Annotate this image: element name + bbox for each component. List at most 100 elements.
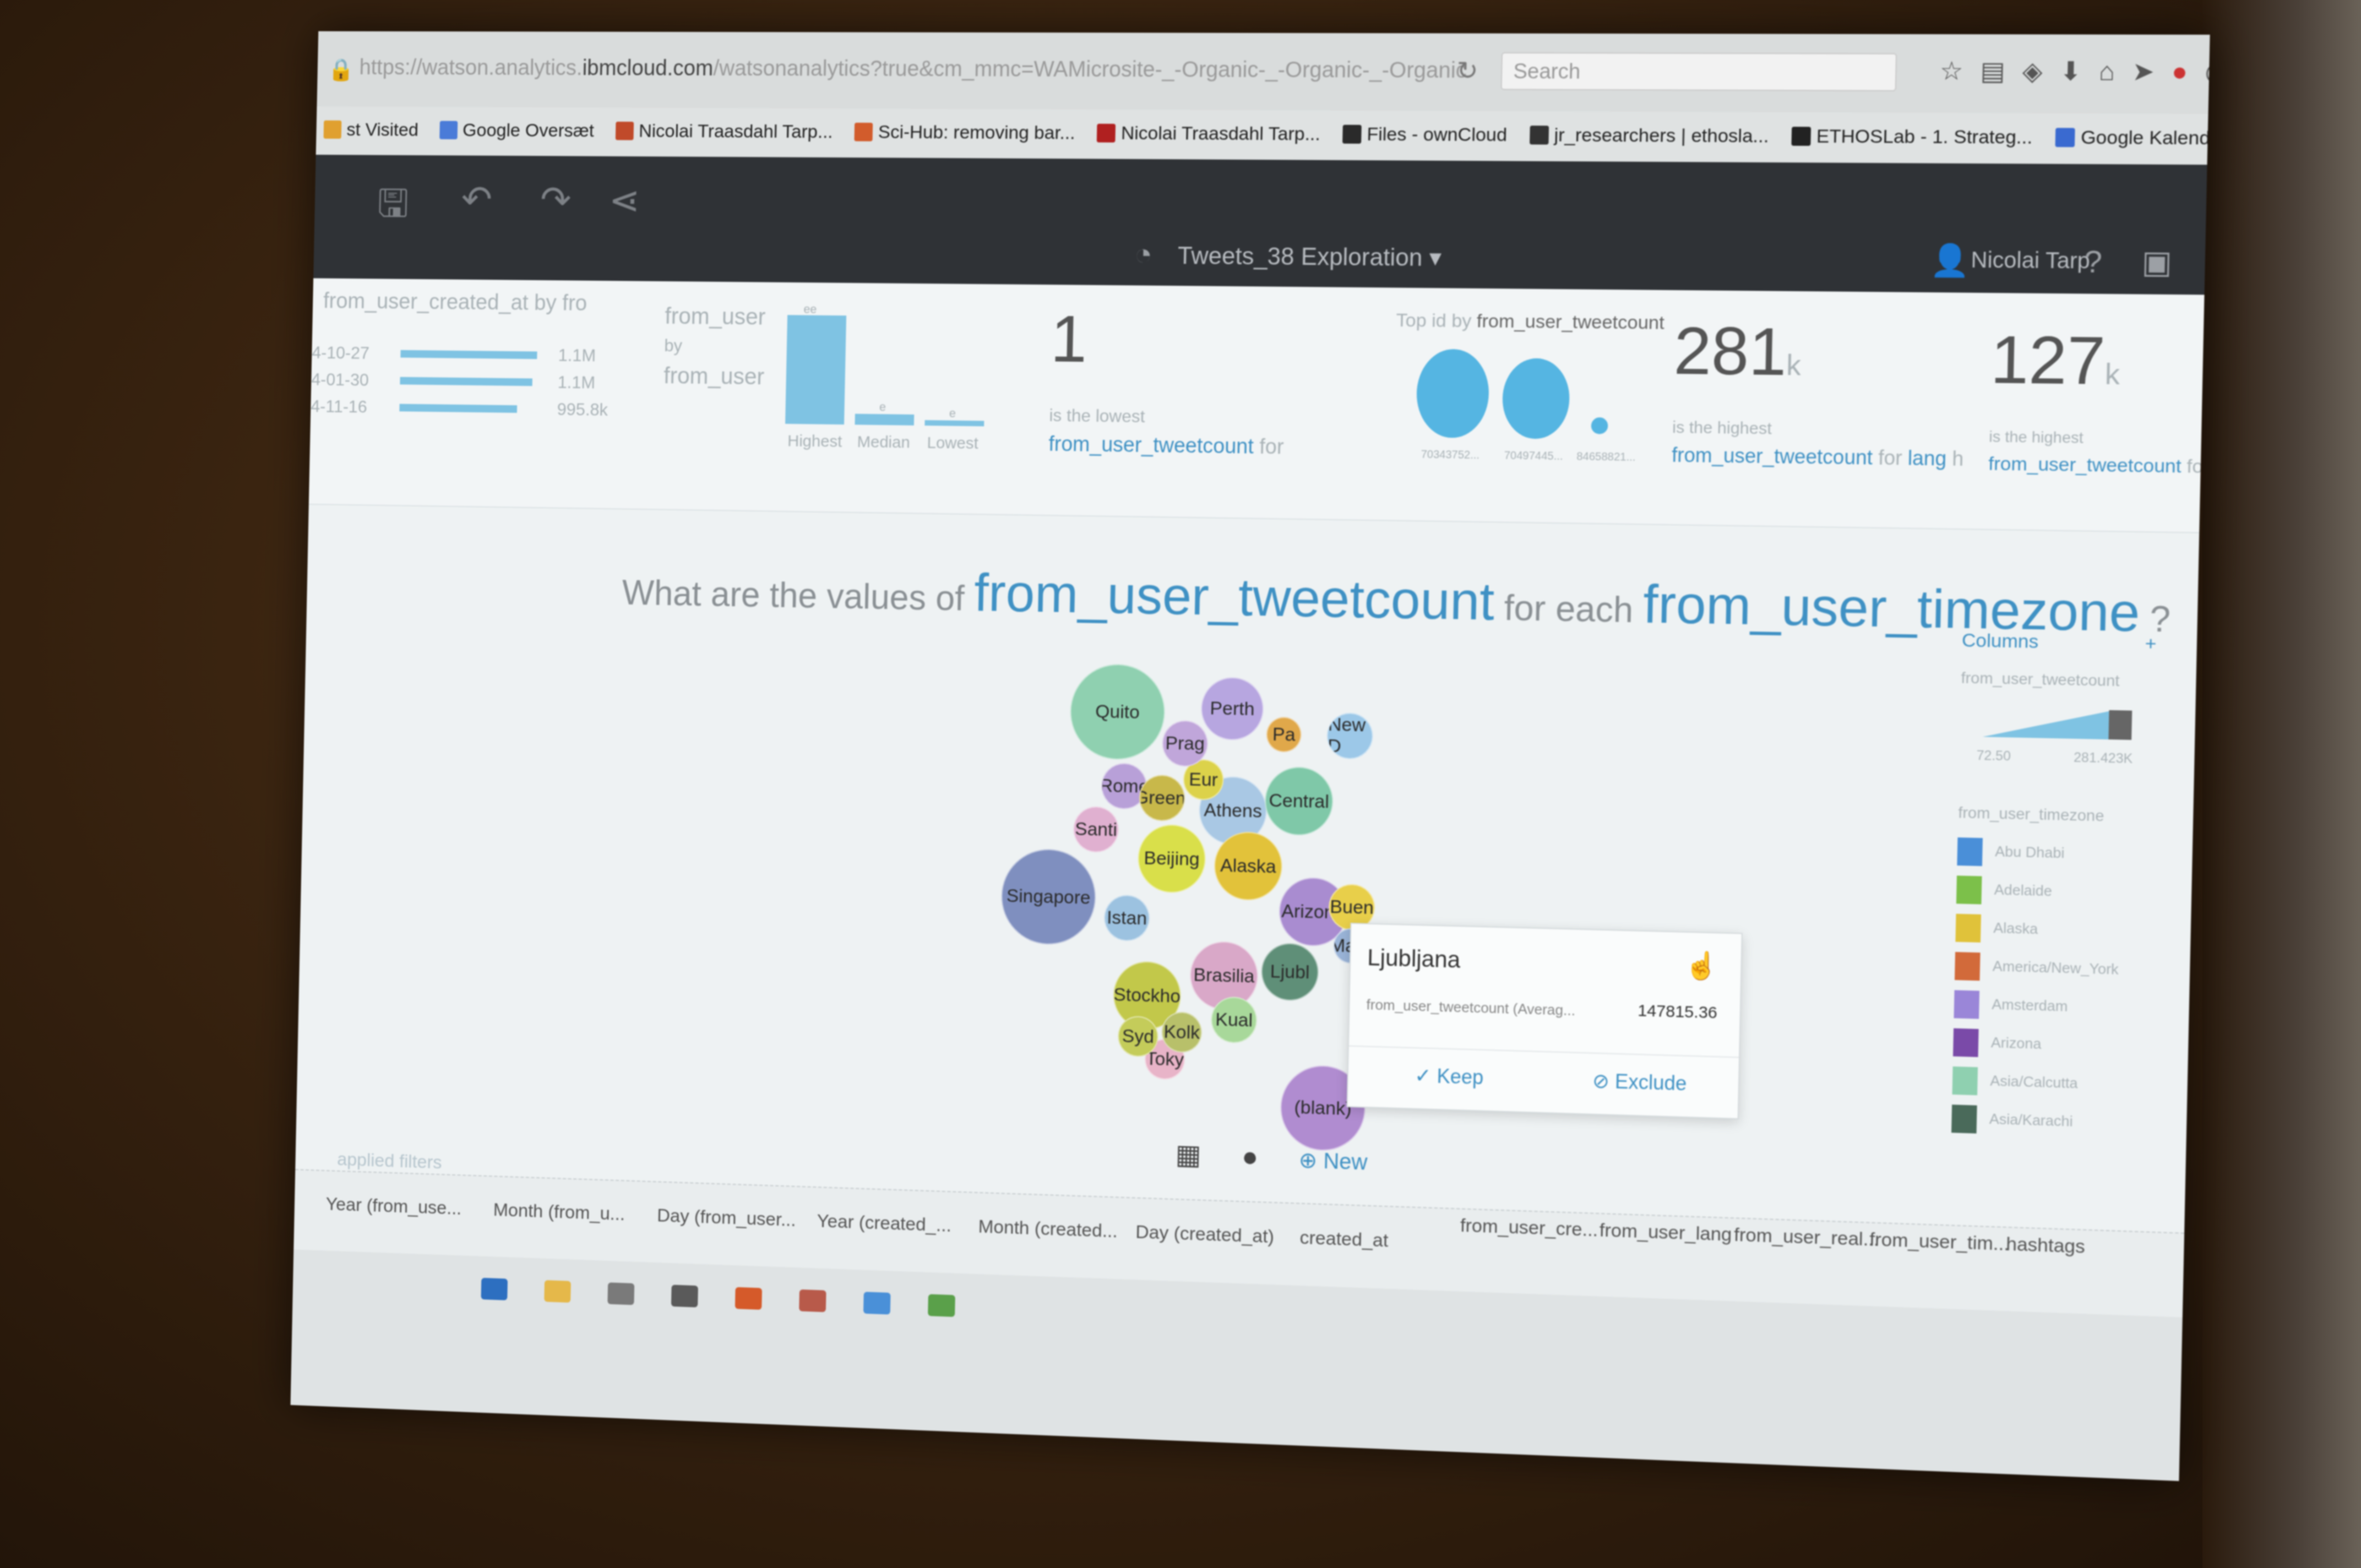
exclude-button[interactable]: ⊘ Exclude <box>1592 1069 1687 1096</box>
legend-item[interactable]: Amsterdam <box>1954 990 2068 1021</box>
bookmark-icon <box>855 123 873 141</box>
bookmark-item[interactable]: Google Oversæt <box>439 120 594 142</box>
user-name[interactable]: Nicolai Tarp <box>1971 248 2090 274</box>
bookmark-item[interactable]: st Visited <box>323 119 418 141</box>
legend-swatch <box>1951 1104 1977 1133</box>
save-icon[interactable]: 🖫 <box>377 177 409 241</box>
field-chip[interactable]: Year (created_... <box>817 1211 951 1237</box>
top-circle <box>1416 349 1489 438</box>
keep-button[interactable]: ✓ Keep <box>1415 1064 1484 1089</box>
view-controls: ▦ ● ⊕ New <box>1175 1138 1368 1176</box>
grid-view-icon[interactable]: ▦ <box>1175 1139 1201 1170</box>
bubble[interactable]: Kolk <box>1161 1011 1203 1053</box>
bubble[interactable]: New D <box>1326 712 1374 760</box>
field-chip[interactable]: Month (from_u... <box>493 1200 625 1226</box>
bookmark-item[interactable]: Google Kalender - Uge... <box>2055 127 2208 150</box>
legend-item[interactable]: Abu Dhabi <box>1957 837 2065 868</box>
exploration-icon: ◔ <box>1134 236 1153 272</box>
bookmark-item[interactable]: Files - ownCloud <box>1342 124 1508 146</box>
taskbar-app-icon[interactable] <box>671 1285 698 1308</box>
legend-swatch <box>1957 837 1983 866</box>
single-view-icon[interactable]: ● <box>1242 1141 1259 1172</box>
field-chip[interactable]: hashtags <box>2006 1233 2085 1258</box>
field-chip[interactable]: created_at <box>1299 1227 1389 1252</box>
plus-icon: ⊕ <box>1298 1148 1317 1173</box>
taskbar-app-icon[interactable] <box>607 1282 634 1305</box>
field-chip[interactable]: from_user_cre... <box>1460 1215 1598 1242</box>
bookmark-icon <box>1342 125 1362 144</box>
taskbar-folder-icon[interactable] <box>544 1280 571 1303</box>
bubble[interactable]: Alaska <box>1214 831 1283 901</box>
applied-filters-link[interactable]: applied filters <box>337 1149 442 1173</box>
send-icon[interactable]: ➤ <box>2132 57 2172 86</box>
reload-icon[interactable]: ↻ <box>1456 56 1478 85</box>
legend-item[interactable]: Asia/Karachi <box>1951 1104 2073 1136</box>
exploration-title[interactable]: Tweets_38 Exploration ▾ <box>1177 242 1441 272</box>
tooltip-value: 147815.36 <box>1638 1001 1717 1022</box>
columns-label[interactable]: Columns <box>1962 630 2039 653</box>
bookmark-item[interactable]: ETHOSLab - 1. Strateg... <box>1791 126 2032 149</box>
bubble[interactable]: Central <box>1264 766 1334 836</box>
bubble[interactable]: Perth <box>1200 677 1264 741</box>
url-field[interactable]: https://watson.analytics.ibmcloud.com/wa… <box>359 56 1467 83</box>
field-chip[interactable]: Month (created... <box>978 1216 1118 1243</box>
help-icon[interactable]: ? <box>2084 243 2103 280</box>
bookmark-item[interactable]: Sci-Hub: removing bar... <box>855 122 1075 144</box>
bookmark-icon <box>1097 124 1116 143</box>
taskbar-app-icon[interactable] <box>799 1289 826 1312</box>
clipboard-icon[interactable]: ▤ <box>1980 56 2022 85</box>
field-chip[interactable]: from_user_real... <box>1734 1224 1880 1251</box>
home-icon[interactable]: ⌂ <box>2099 57 2132 86</box>
bubble-tooltip: Ljubljana ☝ from_user_tweetcount (Averag… <box>1347 923 1743 1119</box>
tooltip-metric: from_user_tweetcount (Averag... <box>1366 996 1575 1019</box>
vbar-median <box>855 414 914 426</box>
field-chip[interactable]: Year (from_use... <box>325 1194 461 1219</box>
redo-icon[interactable]: ↷ <box>540 177 572 222</box>
menu-icon[interactable]: ▣ <box>2141 243 2173 281</box>
legend-item[interactable]: Asia/Calcutta <box>1952 1066 2079 1098</box>
size-ramp-handle[interactable] <box>2108 710 2132 740</box>
taskbar-app-icon[interactable] <box>863 1292 891 1314</box>
circle-label: 70343752... <box>1421 449 1479 462</box>
bar-label: Highest <box>787 432 842 451</box>
taskbar-app-icon[interactable] <box>928 1294 955 1317</box>
size-ramp <box>1983 703 2132 745</box>
pocket-icon[interactable]: ◈ <box>2022 56 2060 85</box>
check-icon: ✓ <box>1415 1064 1432 1087</box>
legend-item[interactable]: Arizona <box>1953 1028 2042 1059</box>
legend-item[interactable]: Adelaide <box>1956 875 2052 906</box>
bookmark-item[interactable]: Nicolai Traasdahl Tarp... <box>1097 123 1320 145</box>
legend-item[interactable]: Alaska <box>1955 914 2038 944</box>
field-chip[interactable]: from_user_tim... <box>1869 1229 2010 1255</box>
undo-icon[interactable]: ↶ <box>461 177 493 222</box>
legend-item[interactable]: America/New_York <box>1955 952 2119 984</box>
star-icon[interactable]: ☆ <box>1939 56 1981 85</box>
question-measure[interactable]: from_user_tweetcount <box>973 563 1495 631</box>
bubble[interactable]: Pa <box>1266 717 1302 753</box>
add-icon[interactable]: + <box>2145 633 2157 655</box>
bubble[interactable]: Istan <box>1103 894 1150 941</box>
share-icon[interactable]: ⋖ <box>608 178 640 222</box>
bubble[interactable]: Greenl <box>1139 775 1185 822</box>
browser-search-input[interactable]: Search <box>1501 52 1897 91</box>
field-chip[interactable]: Day (from_user... <box>657 1205 796 1231</box>
bookmark-item[interactable]: Nicolai Traasdahl Tarp... <box>615 121 833 143</box>
bubble[interactable]: Ljubl <box>1261 943 1319 1001</box>
adblock-icon[interactable]: ● <box>2172 57 2206 86</box>
range-min: 72.50 <box>1976 748 2011 765</box>
field-chip[interactable]: Day (created_at) <box>1135 1222 1274 1248</box>
field-chip[interactable]: from_user_lang <box>1599 1219 1732 1246</box>
bubble[interactable]: Quito <box>1069 663 1166 761</box>
row-value: 995.8k <box>557 399 608 420</box>
download-icon[interactable]: ⬇ <box>2059 56 2099 85</box>
kpi-caption: is the lowest <box>1049 405 1145 427</box>
bubble[interactable]: Santi <box>1073 806 1119 853</box>
taskbar-app-icon[interactable] <box>481 1278 508 1300</box>
bubble[interactable]: Beijing <box>1137 824 1206 894</box>
bubble[interactable]: Kual <box>1211 996 1258 1043</box>
new-view-button[interactable]: ⊕ New <box>1298 1148 1368 1174</box>
bookmark-item[interactable]: jr_researchers | ethosla... <box>1530 124 1769 147</box>
bubble[interactable]: Singapore <box>1000 848 1097 945</box>
user-icon[interactable]: 👤 <box>1930 242 1971 279</box>
taskbar-browser-icon[interactable] <box>735 1287 762 1310</box>
